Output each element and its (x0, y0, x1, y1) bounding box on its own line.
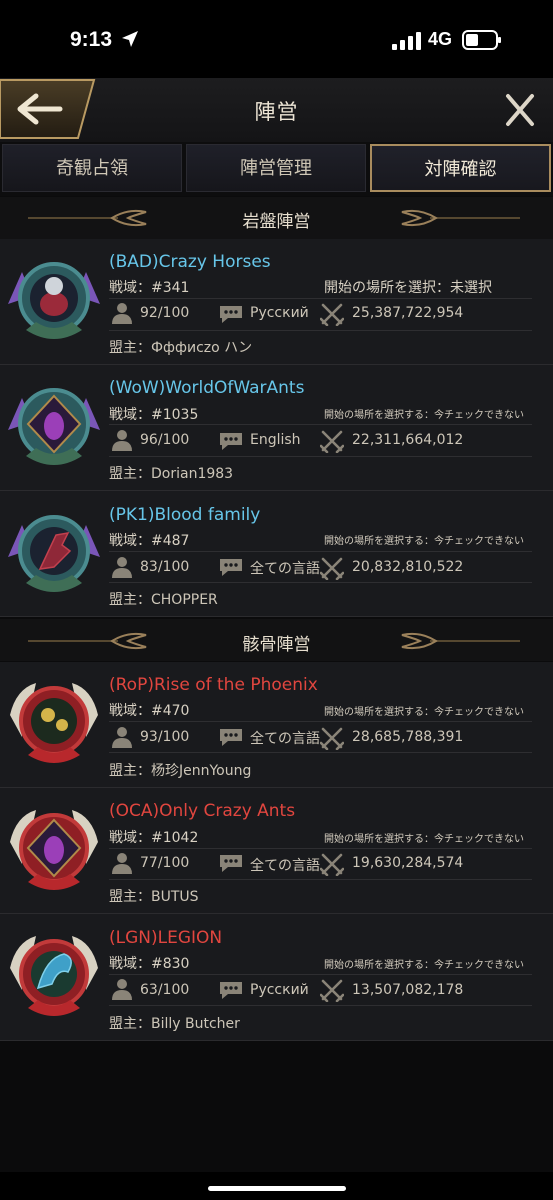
language: English (250, 432, 301, 448)
alliance-name[interactable]: (BAD)Crazy Horses (109, 252, 271, 272)
divider (109, 974, 532, 975)
chat-language-icon (220, 855, 242, 872)
war-zone: 戦域：#1042 (109, 830, 199, 846)
start-location: 開始の場所を選択する：今チェックできない (324, 536, 524, 547)
war-zone: 戦域：#1035 (109, 407, 199, 423)
chat-language-icon (220, 306, 242, 323)
language: Русский (250, 982, 309, 998)
divider (109, 582, 532, 583)
member-count: 92/100 (140, 305, 190, 321)
alliance-leader: 盟主：CHOPPER (109, 592, 218, 608)
power-value: 19,630,284,574 (352, 855, 464, 871)
member-icon (112, 853, 132, 874)
member-icon (112, 430, 132, 451)
tab-faction-management[interactable]: 陣営管理 (186, 144, 366, 192)
divider (109, 879, 532, 880)
language: 全ての言語 (250, 561, 320, 577)
close-button[interactable] (500, 92, 540, 128)
start-location: 開始の場所を選択する：今チェックできない (324, 707, 524, 718)
divider (109, 1005, 532, 1006)
start-location: 開始の場所を選択する：今チェックできない (324, 960, 524, 971)
crossed-swords-icon (320, 727, 344, 750)
alliance-leader: 盟主：Billy Butcher (109, 1016, 240, 1032)
alliance-emblem-icon (8, 515, 100, 592)
alliance-leader: 盟主：Dorian1983 (109, 466, 234, 482)
war-zone: 戦域：#830 (109, 956, 190, 972)
alliance-emblem-icon (10, 936, 98, 1016)
language: Русский (250, 305, 309, 321)
chat-language-icon (220, 982, 242, 999)
alliance-name[interactable]: (PK1)Blood family (109, 505, 260, 525)
alliance-name[interactable]: (RoP)Rise of the Phoenix (109, 675, 318, 695)
alliance-emblem-icon (8, 388, 100, 465)
power-value: 22,311,664,012 (352, 432, 464, 448)
power-value: 20,832,810,522 (352, 559, 464, 575)
alliance-name[interactable]: (LGN)LEGION (109, 928, 222, 948)
crossed-swords-icon (320, 557, 344, 580)
ornament-right-icon (401, 209, 520, 227)
chat-language-icon (220, 729, 242, 746)
war-zone: 戦域：#470 (109, 703, 190, 719)
member-count: 96/100 (140, 432, 190, 448)
alliance-emblem-icon (8, 262, 100, 339)
war-zone: 戦域：#341 (109, 280, 190, 296)
alliance-name[interactable]: (WoW)WorldOfWarAnts (109, 378, 304, 398)
start-location: 開始の場所を選択する：今チェックできない (324, 410, 524, 421)
battery-icon (462, 30, 501, 50)
divider (109, 424, 532, 425)
member-icon (112, 979, 132, 1000)
divider (109, 330, 532, 331)
divider (109, 721, 532, 722)
crossed-swords-icon (320, 303, 344, 326)
tab-wonder-occupation[interactable]: 奇観占領 (2, 144, 182, 192)
divider (109, 848, 532, 849)
page-title: 陣営 (254, 100, 299, 124)
start-location: 開始の場所を選択：未選択 (324, 280, 492, 296)
tab-matchup-check[interactable]: 対陣確認 (370, 144, 551, 192)
divider (109, 752, 532, 753)
member-count: 93/100 (140, 729, 190, 745)
alliance-emblem-icon (10, 810, 98, 890)
cellular-signal-icon (392, 32, 421, 50)
chat-language-icon (220, 559, 242, 576)
start-location: 開始の場所を選択する：今チェックできない (324, 834, 524, 845)
member-count: 63/100 (140, 982, 190, 998)
crossed-swords-icon (320, 853, 344, 876)
divider (109, 298, 532, 299)
power-value: 13,507,082,178 (352, 982, 464, 998)
alliance-name[interactable]: (OCA)Only Crazy Ants (109, 801, 295, 821)
alliance-leader: 盟主：杨珍JennYoung (109, 763, 252, 779)
member-icon (112, 557, 132, 578)
member-count: 77/100 (140, 855, 190, 871)
divider (109, 456, 532, 457)
power-value: 25,387,722,954 (352, 305, 464, 321)
language: 全ての言語 (250, 731, 320, 747)
network-type: 4G (428, 29, 453, 49)
alliance-leader: 盟主：BUTUS (109, 889, 199, 905)
language: 全ての言語 (250, 858, 320, 874)
ornament-right-icon (401, 632, 520, 650)
crossed-swords-icon (320, 430, 344, 453)
location-arrow-icon (122, 31, 138, 47)
member-icon (112, 727, 132, 748)
war-zone: 戦域：#487 (109, 533, 190, 549)
alliance-leader: 盟主：Ффф​исzо ハン (109, 340, 253, 356)
member-count: 83/100 (140, 559, 190, 575)
member-icon (112, 303, 132, 324)
home-indicator[interactable] (208, 1186, 346, 1191)
divider (109, 551, 532, 552)
close-icon (506, 94, 534, 126)
chat-language-icon (220, 433, 242, 450)
status-time: 9:13 (70, 28, 113, 51)
power-value: 28,685,788,391 (352, 729, 464, 745)
crossed-swords-icon (320, 979, 344, 1002)
alliance-emblem-icon (10, 683, 98, 763)
